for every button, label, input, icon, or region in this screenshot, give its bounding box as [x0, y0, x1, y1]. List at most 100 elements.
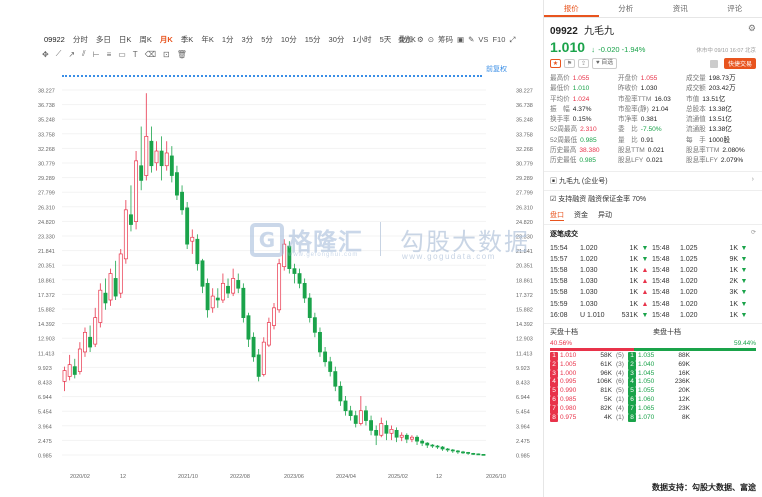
candle-body [129, 214, 133, 225]
deals-header: 逐笔成交 ⟳ [544, 225, 762, 243]
book-cell: 106K [596, 378, 612, 386]
stat-value: 38.380 [579, 147, 600, 155]
tab-movement[interactable]: 异动 [598, 210, 612, 221]
candle-body [394, 430, 399, 438]
candle-body [159, 150, 164, 167]
candle-body [353, 415, 358, 424]
quote-tabs: 报价 分析 资讯 评论 [544, 0, 762, 18]
book-cell: (5) [616, 387, 624, 395]
candle-body [358, 410, 363, 424]
x-tick: 12 [120, 474, 126, 480]
candle-body [154, 150, 159, 164]
stat-cell: 换手率 0.15% [550, 115, 618, 124]
candle-body [226, 285, 230, 294]
x-tick: 2022/08 [230, 474, 250, 480]
candle-body [471, 453, 476, 455]
book-cell: 4K [604, 413, 612, 421]
book-cell: 58K [600, 352, 612, 360]
y-tick-right: 33.758 [516, 132, 533, 138]
order-book: 1 1.010 58K (5) 1 1.035 88K 2 1.005 61K (3) 2 1.040 6… [544, 352, 762, 423]
menu-icon[interactable] [709, 59, 718, 68]
stat-label: 股息率TTM [686, 147, 720, 155]
stat-label: 股息LFY [618, 157, 644, 165]
y-tick-left: 2.475 [38, 439, 52, 445]
book-cell: 4 [628, 378, 636, 388]
candle-body [113, 278, 118, 297]
deal-cell: 1.030 [580, 267, 598, 275]
book-cell: 81K [600, 387, 612, 395]
book-cell: 0.980 [560, 404, 577, 412]
book-cell: 7 [550, 404, 558, 414]
deal-cell: ▲ [641, 278, 649, 286]
candle-body [297, 273, 302, 284]
stat-value: 0.021 [646, 157, 663, 165]
candle-body [215, 297, 220, 301]
company-row[interactable]: ▣ 九毛九 (企业号) › [544, 170, 762, 190]
y-tick-left: 27.799 [38, 191, 55, 197]
candle-body [246, 315, 251, 340]
deal-cell: 15:48 [652, 244, 670, 252]
candle-body [88, 336, 93, 348]
y-tick-right: 0.985 [516, 454, 530, 460]
tab-comments[interactable]: 评论 [708, 0, 762, 17]
margin-text: 支持融资 融资保证金率 70% [558, 195, 647, 203]
candle-body [481, 454, 486, 456]
watermark-logo: G 格隆汇 www.gelonghui.com [250, 222, 363, 258]
y-tick-right: 9.923 [516, 366, 530, 372]
candle-body [205, 282, 210, 311]
tab-news[interactable]: 资讯 [653, 0, 708, 17]
refresh-icon[interactable]: ⟳ [751, 229, 756, 239]
tab-capital[interactable]: 资金 [574, 210, 588, 221]
stat-cell: 总股本 13.38亿 [686, 105, 756, 114]
stat-cell: 量 比 0.91 [618, 136, 686, 145]
book-cell: (6) [616, 378, 624, 386]
book-cell: 0.975 [560, 413, 577, 421]
stat-label: 开盘价 [618, 75, 638, 82]
stat-label: 昨收价 [618, 85, 638, 93]
book-cell: 3 [628, 369, 636, 379]
y-tick-right: 11.413 [516, 351, 532, 357]
deal-cell: 1K [729, 311, 738, 319]
star-icon[interactable]: ★ [550, 59, 561, 68]
x-tick: 12 [436, 474, 442, 480]
book-cell: (4) [616, 369, 624, 377]
x-tick: 2026/10 [486, 474, 506, 480]
share-icon[interactable]: ⇪ [578, 59, 589, 68]
stat-cell: 最高价 1.055 [550, 74, 618, 83]
candle-body [93, 317, 98, 345]
stat-value: 13.51亿 [708, 116, 732, 124]
chart-panel: 09922 分时 多日 日K 周K 月K 季K 年K 1分 3分 5分 10分 … [0, 0, 543, 497]
deal-row: 15:58 1.030 1K ▲ 15:48 1.020 1K ▼ [544, 265, 762, 276]
stat-value: 0.985 [579, 157, 596, 165]
chevron-right-icon: › [751, 175, 754, 183]
quick-trade-button[interactable]: 快捷交易 [723, 58, 756, 69]
alert-icon[interactable]: ⚑ [564, 59, 575, 68]
gear-icon[interactable]: ⚙ [748, 23, 756, 34]
watchlist-button[interactable]: ♥ 自选 [592, 58, 618, 69]
candle-body [83, 331, 87, 353]
y-tick-right: 5.454 [516, 410, 530, 416]
book-cell: 8 [550, 413, 558, 423]
stat-cell: 市值 13.51亿 [686, 95, 756, 104]
y-tick-left: 15.882 [38, 308, 55, 314]
deal-cell: ▼ [740, 255, 748, 263]
stat-cell: 历史最低 0.985 [550, 156, 618, 165]
tab-analysis[interactable]: 分析 [599, 0, 654, 17]
book-row: 2 1.005 61K (3) 2 1.040 69K [544, 360, 762, 370]
deal-cell: 1K [729, 267, 738, 275]
x-tick: 2025/02 [388, 474, 408, 480]
ratio-bar [550, 348, 756, 352]
stat-label: 股息TTM [618, 147, 645, 155]
tab-quote[interactable]: 报价 [544, 0, 599, 17]
stat-label: 历史最高 [550, 147, 577, 155]
tab-orderbook[interactable]: 盘口 [550, 210, 564, 221]
candle-body [118, 253, 123, 294]
stat-label: 股息率LFY [686, 157, 718, 165]
stat-value: 2.079% [720, 157, 744, 165]
x-tick: 2023/06 [284, 474, 304, 480]
book-cell: 1.010 [560, 352, 577, 360]
deals-list: 15:54 1.020 1K ▼ 15:48 1.025 1K ▼ 15:57 1.020 1K ▼ 1… [544, 243, 762, 321]
x-tick: 2024/04 [336, 474, 356, 480]
deal-cell: 1.030 [580, 278, 598, 286]
deal-cell: 1K [629, 267, 638, 275]
